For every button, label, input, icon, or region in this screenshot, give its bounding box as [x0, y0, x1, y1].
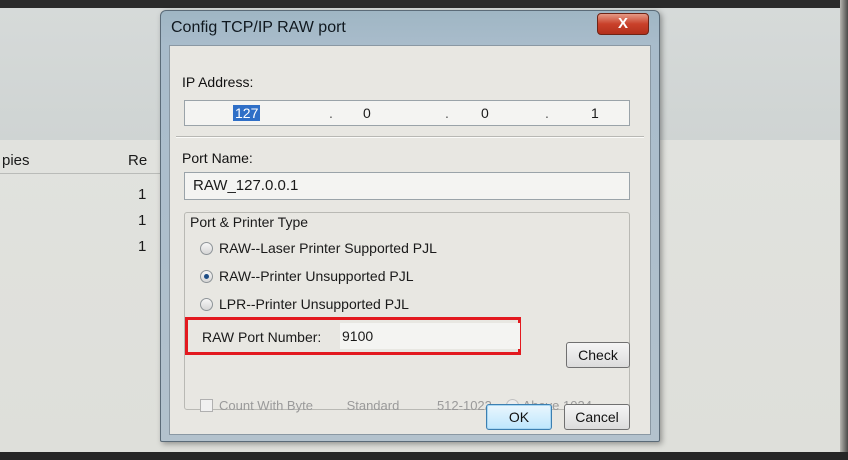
background-rows: 1 1 1: [0, 184, 170, 262]
ip-dot: .: [545, 105, 549, 121]
column-header-remaining: Re: [128, 152, 148, 169]
port-range-label: 512-1023: [436, 398, 492, 413]
ok-button[interactable]: OK: [486, 404, 552, 430]
background-list-header: pies Re: [0, 150, 170, 174]
column-header-copies: pies: [2, 152, 30, 169]
close-icon: X: [617, 15, 628, 32]
dialog-client-area: IP Address: 127 . 0 . 0 . 1 Port Name: R…: [169, 45, 651, 435]
separator: [176, 136, 644, 138]
monitor-bezel-top: [0, 0, 848, 8]
count-with-byte-checkbox[interactable]: [200, 399, 213, 412]
ip-octet-3[interactable]: 0: [481, 105, 489, 121]
count-with-byte-label: Count With Byte: [219, 398, 313, 413]
radio-button-selected[interactable]: [200, 270, 213, 283]
ip-octet-1[interactable]: 127: [233, 105, 261, 121]
raw-port-number-highlight: RAW Port Number: 9100: [185, 317, 521, 355]
ip-octet-4[interactable]: 1: [591, 105, 599, 121]
raw-port-number-label: RAW Port Number:: [202, 329, 322, 345]
ip-address-field[interactable]: 127 . 0 . 0 . 1: [184, 100, 630, 126]
option-raw-laser-supported-pjl[interactable]: RAW--Laser Printer Supported PJL: [200, 240, 437, 256]
table-row[interactable]: 1: [0, 184, 170, 210]
raw-port-number-field[interactable]: 9100: [340, 323, 520, 349]
config-tcpip-raw-port-dialog: Config TCP/IP RAW port X IP Address: 127…: [160, 10, 660, 442]
option-raw-unsupported-pjl[interactable]: RAW--Printer Unsupported PJL: [200, 268, 414, 284]
dialog-titlebar[interactable]: Config TCP/IP RAW port X: [161, 11, 659, 45]
standard-label: Standard: [346, 398, 400, 413]
port-printer-type-title: Port & Printer Type: [188, 214, 311, 230]
port-name-field[interactable]: RAW_127.0.0.1: [184, 172, 630, 200]
close-button[interactable]: X: [597, 13, 649, 35]
port-name-label: Port Name:: [182, 150, 253, 166]
dialog-title: Config TCP/IP RAW port: [171, 19, 346, 36]
port-name-value: RAW_127.0.0.1: [193, 177, 299, 194]
radio-button[interactable]: [200, 298, 213, 311]
table-row[interactable]: 1: [0, 210, 170, 236]
monitor-bezel-right: [840, 0, 848, 460]
option-lpr-unsupported-pjl[interactable]: LPR--Printer Unsupported PJL: [200, 296, 409, 312]
ip-octet-2[interactable]: 0: [363, 105, 371, 121]
cancel-button[interactable]: Cancel: [564, 404, 630, 430]
monitor-bezel-bottom: [0, 452, 848, 460]
ip-dot: .: [445, 105, 449, 121]
radio-button[interactable]: [200, 242, 213, 255]
table-row[interactable]: 1: [0, 236, 170, 262]
check-button[interactable]: Check: [566, 342, 630, 368]
ip-address-label: IP Address:: [182, 74, 254, 90]
ip-dot: .: [329, 105, 333, 121]
